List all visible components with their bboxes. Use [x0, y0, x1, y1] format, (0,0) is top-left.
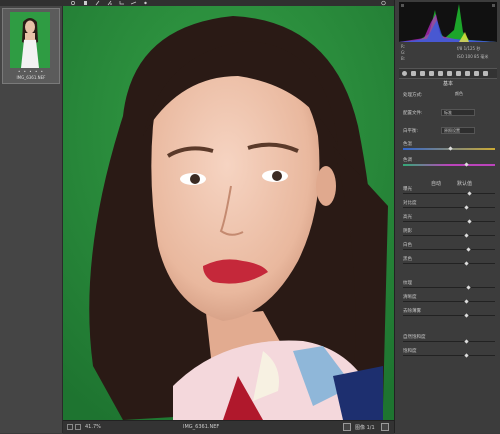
slider-label: 自然饱和度	[403, 335, 426, 340]
profile-dropdown[interactable]: 标准	[441, 109, 475, 116]
slider-label: 清晰度	[403, 295, 417, 300]
filmstrip-thumbnail[interactable]: • • • • • IMG_6361.NEF	[2, 8, 60, 84]
adjustment-panel: R: G: B: f/8 1/125 秒 ISO 100 85 毫米 基本 处理…	[394, 0, 500, 433]
treatment-row: 处理方式: 颜色	[403, 91, 497, 100]
thumbnail-filename: IMG_6361.NEF	[16, 75, 46, 80]
tone-curve-tab-icon[interactable]	[411, 71, 416, 76]
readout-g: G:	[401, 50, 406, 55]
slider-shadows[interactable]: 阴影	[403, 228, 497, 238]
status-file-name: IMG_6361.NEF	[183, 424, 220, 430]
slider-label: 色调	[403, 158, 412, 163]
detail-tab-icon[interactable]	[420, 71, 425, 76]
thumbnail-image	[10, 12, 50, 68]
slider-label: 对比度	[403, 201, 417, 206]
slider-contrast[interactable]: 对比度	[403, 200, 497, 210]
treatment-color-option[interactable]: 颜色	[453, 91, 477, 98]
slider-highlights[interactable]: 高光	[403, 214, 497, 224]
slider-dehaze[interactable]: 去除薄雾	[403, 308, 497, 318]
zoom-level[interactable]: 41.7%	[85, 424, 101, 430]
slider-exposure[interactable]: 曝光	[403, 186, 497, 196]
before-after-button[interactable]	[343, 423, 351, 431]
slider-label: 黑色	[403, 257, 412, 262]
status-bar: 41.7% IMG_6361.NEF 图像 1/1	[63, 420, 394, 434]
slider-label: 阴影	[403, 229, 412, 234]
exif-line-2: ISO 100 85 毫米	[457, 54, 489, 59]
pixel-readout: R: G: B: f/8 1/125 秒 ISO 100 85 毫米	[399, 44, 497, 66]
slider-clarity[interactable]: 清晰度	[403, 294, 497, 304]
slider-blacks[interactable]: 黑色	[403, 256, 497, 266]
slider-label: 曝光	[403, 187, 412, 192]
slider-temperature[interactable]: 色温	[403, 141, 497, 151]
white-balance-label: 白平衡:	[403, 129, 419, 134]
snapshots-tab-icon[interactable]	[483, 71, 488, 76]
lens-tab-icon[interactable]	[447, 71, 452, 76]
readout-b: B:	[401, 56, 406, 61]
white-balance-dropdown[interactable]: 原照设置	[441, 127, 475, 134]
slider-saturation[interactable]: 饱和度	[403, 348, 497, 358]
slider-label: 去除薄雾	[403, 309, 421, 314]
fit-view-button[interactable]	[67, 424, 73, 430]
exif-line-1: f/8 1/125 秒	[457, 46, 481, 51]
slider-texture[interactable]: 纹理	[403, 280, 497, 290]
profile-label: 配置文件:	[403, 111, 423, 116]
profile-row: 配置文件: 标准	[403, 109, 497, 118]
slider-label: 饱和度	[403, 349, 417, 354]
calibration-tab-icon[interactable]	[465, 71, 470, 76]
hsl-tab-icon[interactable]	[429, 71, 434, 76]
slider-label: 白色	[403, 243, 412, 248]
zoom-menu-button[interactable]	[75, 424, 81, 430]
main-photo-preview[interactable]	[63, 6, 394, 420]
next-image-button[interactable]	[381, 423, 389, 431]
treatment-label: 处理方式:	[403, 93, 423, 98]
rating-stars[interactable]: • • • • •	[3, 69, 59, 74]
image-count: 图像 1/1	[355, 425, 375, 431]
slider-tint[interactable]: 色调	[403, 157, 497, 167]
readout-r: R:	[401, 44, 406, 49]
basic-tab-icon[interactable]	[402, 71, 407, 76]
panel-tab-strip	[399, 68, 497, 79]
histogram	[399, 2, 497, 42]
slider-vibrance[interactable]: 自然饱和度	[403, 334, 497, 344]
slider-label: 纹理	[403, 281, 412, 286]
slider-label: 高光	[403, 215, 412, 220]
effects-tab-icon[interactable]	[456, 71, 461, 76]
slider-label: 色温	[403, 142, 412, 147]
presets-tab-icon[interactable]	[474, 71, 479, 76]
split-toning-tab-icon[interactable]	[438, 71, 443, 76]
white-balance-row: 白平衡: 原照设置	[403, 127, 497, 136]
filmstrip: • • • • • IMG_6361.NEF	[0, 6, 63, 433]
slider-whites[interactable]: 白色	[403, 242, 497, 252]
panel-title: 基本	[442, 81, 453, 87]
